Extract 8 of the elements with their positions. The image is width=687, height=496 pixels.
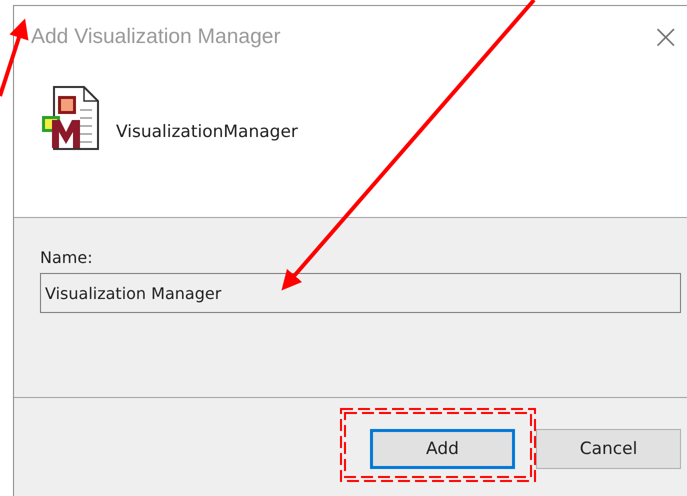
field-label: Name:: [40, 248, 94, 267]
close-icon[interactable]: ×: [652, 20, 680, 54]
document-icon: [40, 86, 100, 150]
item-name: VisualizationManager: [116, 122, 298, 144]
dialog-button[interactable]: Add: [370, 429, 515, 469]
name-field[interactable]: Visualization Manager: [40, 273, 681, 313]
dialog-button[interactable]: Cancel: [536, 429, 681, 469]
window-title: Add Visualization Manager: [31, 25, 280, 49]
